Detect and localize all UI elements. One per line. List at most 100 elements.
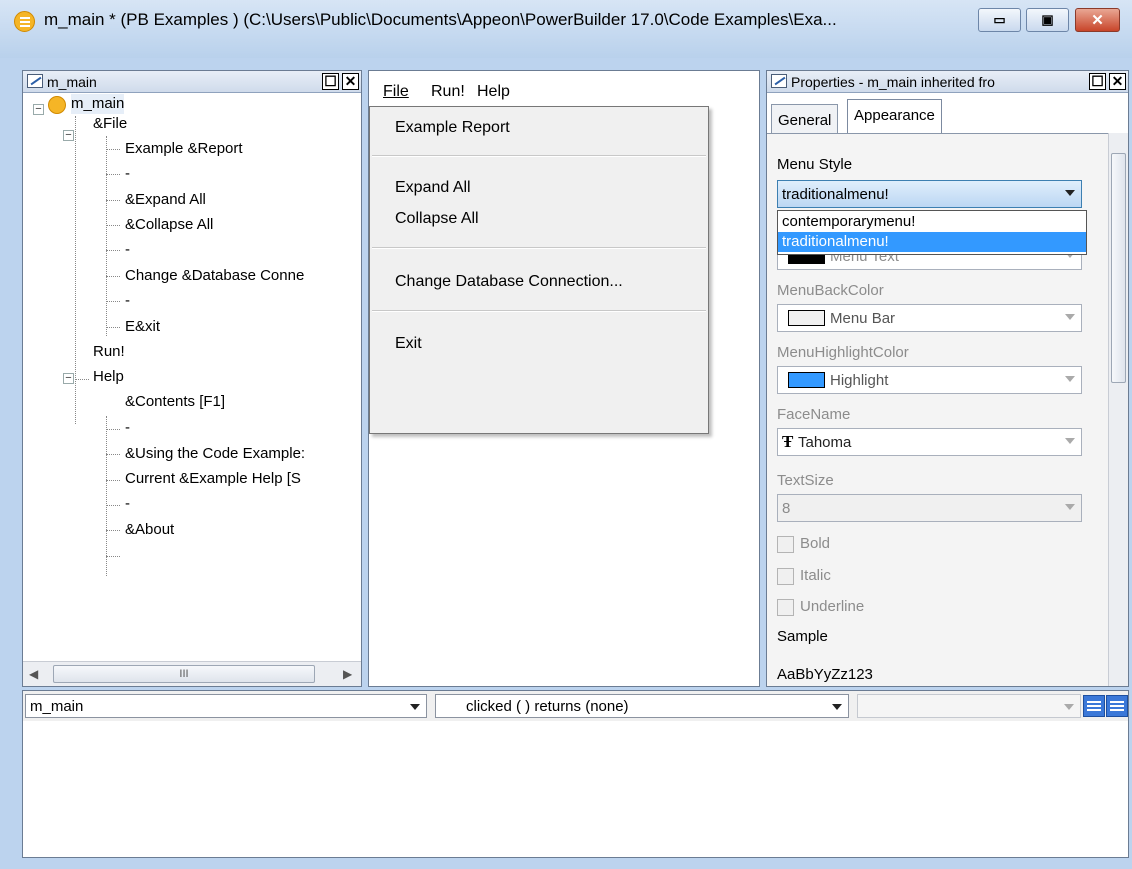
chevron-down-icon (1065, 314, 1075, 320)
tree-item[interactable]: &Expand All (125, 190, 206, 210)
pane-close-button[interactable]: ✕ (1109, 73, 1126, 90)
menu-item-collapse-all[interactable]: Collapse All (395, 210, 479, 228)
collapse-root-icon[interactable]: − (33, 104, 44, 115)
split-view-icon[interactable] (1106, 695, 1128, 717)
tree-pane-header: m_main ☐ ✕ (23, 71, 361, 93)
preview-menubar: File Run! Help (369, 71, 759, 106)
menu-item-example-report[interactable]: Example Report (395, 119, 510, 137)
menu-help[interactable]: Help (477, 83, 510, 101)
sample-label: Sample (777, 628, 828, 645)
tree-item-root[interactable]: m_main (71, 94, 125, 114)
window-title: m_main * (PB Examples ) (C:\Users\Public… (44, 10, 837, 29)
menu-tree: − m_main − &File Example &Report - &Expa… (23, 94, 361, 660)
chevron-down-icon (1065, 438, 1075, 444)
text-size-label: TextSize (777, 472, 834, 489)
tree-item[interactable]: &Contents [F1] (125, 392, 225, 412)
tree-item[interactable]: - (125, 164, 130, 184)
tree-item[interactable]: Example &Report (125, 139, 243, 159)
color-swatch (788, 310, 825, 326)
menu-separator (372, 310, 706, 312)
chevron-down-icon (1064, 704, 1074, 710)
menu-highlight-color-label: MenuHighlightColor (777, 344, 909, 361)
menu-item-change-database[interactable]: Change Database Connection... (395, 273, 623, 291)
menu-object-icon (48, 96, 66, 114)
menu-separator (372, 247, 706, 249)
tree-item[interactable]: Current &Example Help [S (125, 469, 301, 489)
menu-back-color-select[interactable]: Menu Bar (777, 304, 1082, 332)
tree-item[interactable]: &Collapse All (125, 215, 213, 235)
text-size-select[interactable]: 8 (777, 494, 1082, 522)
bold-checkbox[interactable] (777, 536, 794, 553)
tree-item[interactable]: Change &Database Conne (125, 266, 304, 286)
tree-item[interactable]: &About (125, 520, 174, 540)
italic-checkbox[interactable] (777, 568, 794, 585)
file-dropdown-menu: Example Report Expand All Collapse All C… (369, 106, 709, 434)
menu-item-exit[interactable]: Exit (395, 335, 422, 353)
chevron-down-icon (1065, 190, 1075, 196)
scroll-left-icon[interactable]: ◀ (29, 667, 38, 681)
tab-appearance[interactable]: Appearance (847, 99, 942, 134)
italic-label: Italic (800, 567, 831, 584)
properties-pane-header: Properties - m_main inherited fro ☐ ✕ (767, 71, 1128, 93)
tree-item-run[interactable]: Run! (93, 342, 125, 362)
underline-checkbox[interactable] (777, 599, 794, 616)
chevron-down-icon (1065, 504, 1075, 510)
menu-style-label: Menu Style (777, 156, 853, 173)
chevron-down-icon (832, 704, 842, 710)
collapse-file-icon[interactable]: − (63, 130, 74, 141)
menu-item-expand-all[interactable]: Expand All (395, 179, 471, 197)
minimize-button[interactable]: ▭ (978, 8, 1021, 32)
scroll-right-icon[interactable]: ▶ (343, 667, 352, 681)
tree-item-help[interactable]: Help (93, 367, 124, 387)
close-button[interactable]: ✕ (1075, 8, 1120, 32)
event-select[interactable]: clicked ( ) returns (none) (435, 694, 849, 718)
tree-item[interactable]: - (125, 291, 130, 311)
properties-pane-title: Properties - m_main inherited fro (791, 74, 995, 90)
face-name-select[interactable]: Ŧ Tahoma (777, 428, 1082, 456)
option-contemporarymenu[interactable]: contemporarymenu! (778, 212, 1086, 232)
ancestor-select[interactable] (857, 694, 1081, 718)
tree-item[interactable]: - (125, 240, 130, 260)
bold-label: Bold (800, 535, 831, 552)
chevron-down-icon (1065, 376, 1075, 382)
horizontal-scrollbar[interactable]: ◀ III ▶ (23, 661, 361, 686)
properties-pane: Properties - m_main inherited fro ☐ ✕ Ge… (766, 70, 1129, 687)
tree-item[interactable]: E&xit (125, 317, 160, 337)
tree-item[interactable]: - (125, 494, 130, 514)
powerbuilder-app-icon (14, 11, 35, 32)
menu-tree-pane: m_main ☐ ✕ − m_main − &File Example &Rep… (22, 70, 362, 687)
pencil-icon (27, 74, 43, 88)
tab-general[interactable]: General (771, 104, 839, 134)
menu-run[interactable]: Run! (431, 83, 465, 101)
scroll-thumb[interactable] (1111, 153, 1126, 383)
menu-file[interactable]: File (383, 83, 409, 101)
menu-highlight-color-select[interactable]: Highlight (777, 366, 1082, 394)
object-select[interactable]: m_main (25, 694, 427, 718)
face-name-label: FaceName (777, 406, 851, 423)
restore-button[interactable]: ▣ (1026, 8, 1069, 32)
script-pane: m_main clicked ( ) returns (none) (22, 690, 1129, 858)
single-view-icon[interactable] (1083, 695, 1105, 717)
color-swatch (788, 372, 825, 388)
properties-vertical-scrollbar[interactable] (1108, 133, 1128, 686)
pane-restore-button[interactable]: ☐ (322, 73, 339, 90)
tree-item-file[interactable]: &File (93, 114, 127, 134)
tree-item[interactable]: - (125, 418, 130, 438)
appearance-properties: Menu Style traditionalmenu! Menu Text co… (767, 133, 1108, 686)
properties-tabs: General Appearance (767, 94, 1128, 134)
close-icon: ✕ (1091, 12, 1104, 29)
menu-back-color-label: MenuBackColor (777, 282, 884, 299)
menu-style-select[interactable]: traditionalmenu! (777, 180, 1082, 208)
menu-style-dropdown-list: contemporarymenu! traditionalmenu! (777, 210, 1087, 255)
scroll-thumb[interactable]: III (53, 665, 315, 683)
script-editor[interactable] (23, 721, 1128, 857)
sample-text: AaBbYyZz123 (777, 666, 873, 683)
truetype-font-icon: Ŧ (782, 432, 794, 451)
pane-restore-button[interactable]: ☐ (1089, 73, 1106, 90)
minimize-icon: ▭ (993, 12, 1006, 27)
tree-item[interactable]: &Using the Code Example: (125, 444, 305, 464)
pane-close-button[interactable]: ✕ (342, 73, 359, 90)
menu-separator (372, 155, 706, 157)
option-traditionalmenu[interactable]: traditionalmenu! (778, 232, 1086, 252)
collapse-help-icon[interactable]: − (63, 373, 74, 384)
